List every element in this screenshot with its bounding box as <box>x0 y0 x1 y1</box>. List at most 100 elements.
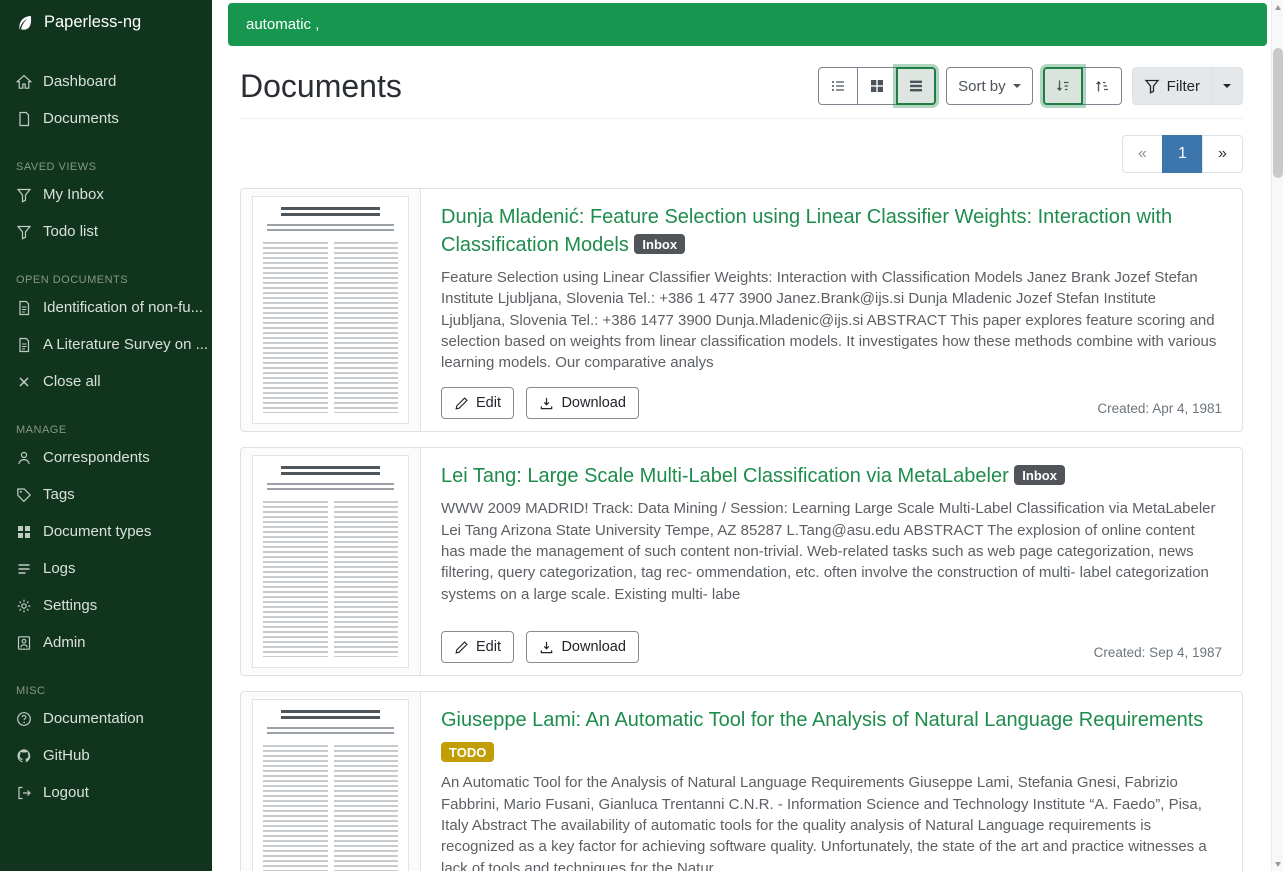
sidebar-section-misc: MISC <box>0 677 212 700</box>
download-icon <box>539 640 554 655</box>
thumbnail-title-lines <box>281 466 380 475</box>
document-card-body: Dunja Mladenić: Feature Selection using … <box>421 189 1242 431</box>
sidebar-item-admin[interactable]: Admin <box>0 624 212 661</box>
grid-view-button[interactable] <box>857 67 897 105</box>
sidebar-item-document-types[interactable]: Document types <box>0 513 212 550</box>
sidebar-item-my-inbox[interactable]: My Inbox <box>0 176 212 213</box>
grid-view-icon <box>869 78 885 94</box>
download-button-label: Download <box>561 395 626 411</box>
sidebar-item-label: Dashboard <box>43 71 116 92</box>
thumbnail-page <box>252 455 409 668</box>
sidebar-nav: Dashboard Documents SAVED VIEWS My Inbox… <box>0 45 212 811</box>
sidebar-section-saved-views: SAVED VIEWS <box>0 153 212 176</box>
sidebar-item-github[interactable]: GitHub <box>0 737 212 774</box>
chevron-down-icon <box>1223 84 1231 88</box>
search-input[interactable] <box>228 16 1267 33</box>
chevron-down-icon <box>1013 84 1021 88</box>
sort-ascending-button[interactable] <box>1082 67 1122 105</box>
sidebar-section-open-documents: OPEN DOCUMENTS <box>0 266 212 289</box>
pagination-previous-button[interactable]: « <box>1122 135 1163 173</box>
document-card: Lei Tang: Large Scale Multi-Label Classi… <box>240 447 1243 676</box>
gear-icon <box>16 598 32 614</box>
edit-button[interactable]: Edit <box>441 387 514 419</box>
document-title: Lei Tang: Large Scale Multi-Label Classi… <box>441 462 1222 490</box>
pagination: « 1 » <box>240 135 1243 173</box>
sidebar-item-open-document-2[interactable]: A Literature Survey on ... <box>0 326 212 363</box>
pencil-icon <box>454 396 469 411</box>
scroll-up-arrow[interactable] <box>1272 0 1283 14</box>
created-date: Created: Apr 4, 1981 <box>1097 401 1222 419</box>
thumbnail-meta-lines <box>267 727 394 735</box>
tag-icon <box>16 487 32 503</box>
document-description: Feature Selection using Linear Classifie… <box>441 267 1222 373</box>
sidebar-item-dashboard[interactable]: Dashboard <box>0 63 212 100</box>
sidebar-item-open-document-1[interactable]: Identification of non-fu... <box>0 289 212 326</box>
tag-badge-todo[interactable]: TODO <box>441 742 494 762</box>
sidebar-item-logout[interactable]: Logout <box>0 774 212 811</box>
document-title: Dunja Mladenić: Feature Selection using … <box>441 203 1222 259</box>
download-button[interactable]: Download <box>526 631 639 663</box>
sort-descending-button[interactable] <box>1043 67 1083 105</box>
sort-by-label: Sort by <box>958 78 1006 95</box>
document-thumbnail[interactable] <box>241 189 421 431</box>
tag-badge-inbox[interactable]: Inbox <box>1014 465 1065 485</box>
sidebar-item-label: Documents <box>43 108 119 129</box>
created-date: Created: Sep 4, 1987 <box>1094 645 1222 663</box>
sidebar-item-tags[interactable]: Tags <box>0 476 212 513</box>
pencil-icon <box>454 640 469 655</box>
sidebar-item-correspondents[interactable]: Correspondents <box>0 439 212 476</box>
house-icon <box>16 74 32 90</box>
pagination-next-button[interactable]: » <box>1202 135 1243 173</box>
document-actions: Edit Download <box>441 387 639 419</box>
pagination-page-1-button[interactable]: 1 <box>1162 135 1203 173</box>
document-title-link[interactable]: Dunja Mladenić: Feature Selection using … <box>441 206 1172 256</box>
download-button[interactable]: Download <box>526 387 639 419</box>
sidebar-item-label: A Literature Survey on ... <box>43 334 208 355</box>
edit-button[interactable]: Edit <box>441 631 514 663</box>
logout-icon <box>16 785 32 801</box>
app-brand[interactable]: Paperless-ng <box>0 0 212 45</box>
tag-badge-inbox[interactable]: Inbox <box>634 234 685 254</box>
list-view-button[interactable] <box>818 67 858 105</box>
thumbnail-text-columns <box>263 501 398 657</box>
list-view-icon <box>830 78 846 94</box>
sidebar-item-close-all[interactable]: Close all <box>0 363 212 400</box>
sort-down-icon <box>1055 78 1071 94</box>
detail-view-button[interactable] <box>896 67 936 105</box>
sidebar-item-label: Document types <box>43 521 151 542</box>
sidebar-item-logs[interactable]: Logs <box>0 550 212 587</box>
thumbnail-meta-lines <box>267 483 394 491</box>
sidebar: Paperless-ng Dashboard Documents SAVED V… <box>0 0 212 871</box>
vertical-scrollbar[interactable] <box>1271 0 1283 871</box>
top-navbar <box>212 0 1271 49</box>
thumbnail-meta-lines <box>267 224 394 232</box>
sidebar-item-label: Documentation <box>43 708 144 729</box>
funnel-icon <box>16 224 32 240</box>
scrollbar-thumb[interactable] <box>1273 48 1283 178</box>
page-title: Documents <box>240 68 402 105</box>
document-card: Giuseppe Lami: An Automatic Tool for the… <box>240 691 1243 871</box>
filter-button[interactable]: Filter <box>1132 67 1212 105</box>
document-card-footer: Edit Download Created: Sep 4, 1987 <box>441 631 1222 663</box>
sidebar-item-documentation[interactable]: Documentation <box>0 700 212 737</box>
sidebar-item-label: Logout <box>43 782 89 803</box>
document-thumbnail[interactable] <box>241 692 421 871</box>
sidebar-item-label: Close all <box>43 371 101 392</box>
sidebar-item-settings[interactable]: Settings <box>0 587 212 624</box>
filter-dropdown-toggle[interactable] <box>1211 67 1243 105</box>
document-title-link[interactable]: Giuseppe Lami: An Automatic Tool for the… <box>441 709 1203 731</box>
document-title: Giuseppe Lami: An Automatic Tool for the… <box>441 706 1222 734</box>
sidebar-item-label: GitHub <box>43 745 90 766</box>
file-text-icon <box>16 337 32 353</box>
view-toggle-group <box>818 67 936 105</box>
tag-row: TODO <box>441 742 1222 764</box>
document-title-link[interactable]: Lei Tang: Large Scale Multi-Label Classi… <box>441 465 1009 487</box>
sidebar-item-documents[interactable]: Documents <box>0 100 212 137</box>
scroll-down-arrow[interactable] <box>1272 857 1283 871</box>
document-thumbnail[interactable] <box>241 448 421 675</box>
toolbar: Sort by <box>818 67 1243 105</box>
sidebar-item-todo-list[interactable]: Todo list <box>0 213 212 250</box>
sort-by-dropdown[interactable]: Sort by <box>946 67 1033 105</box>
list-icon <box>16 561 32 577</box>
github-icon <box>16 748 32 764</box>
